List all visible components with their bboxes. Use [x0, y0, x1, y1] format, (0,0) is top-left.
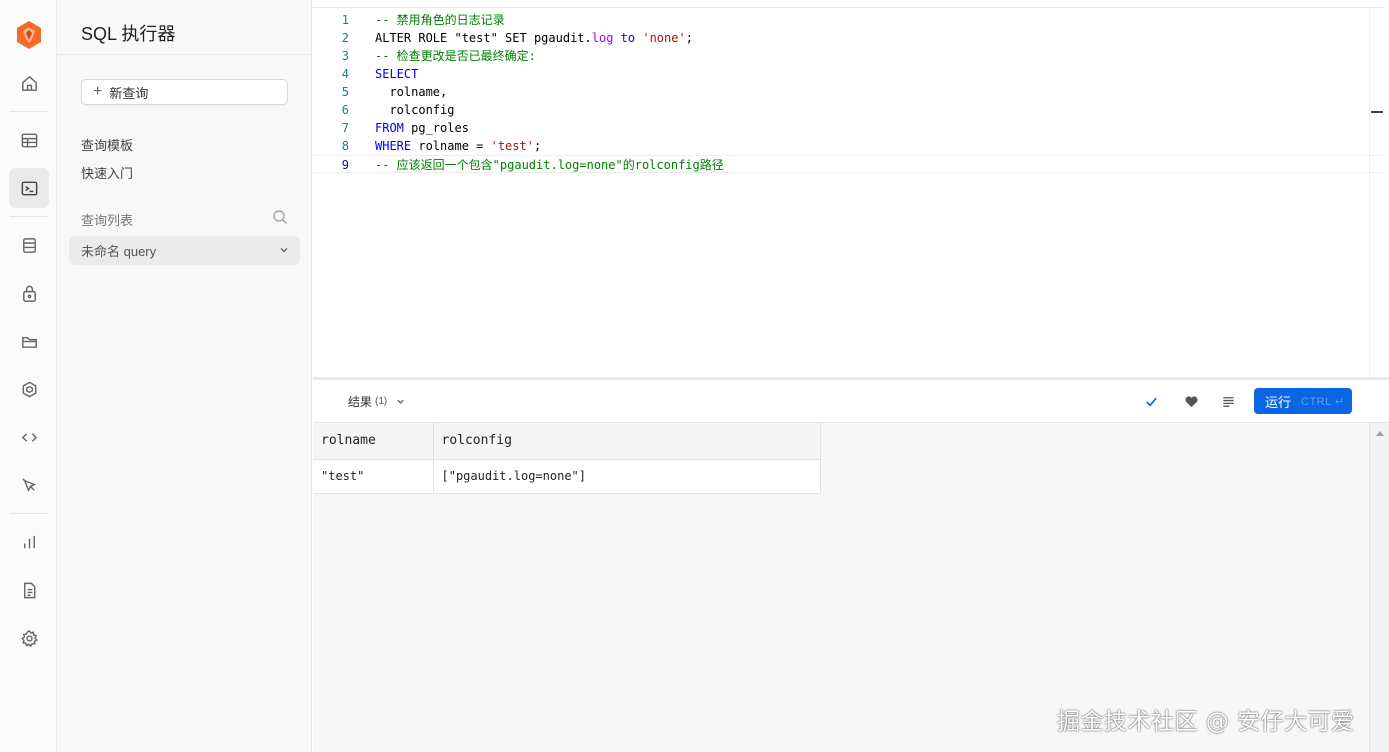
new-query-label: 新查询 [109, 85, 149, 101]
code-token: WHERE [375, 139, 412, 153]
code-line[interactable]: 2 ALTER ROLE "test" SET pgaudit.log to 'n… [313, 29, 1383, 47]
table-cell[interactable]: "test" [313, 459, 434, 494]
quickstart-link[interactable]: 快速入门 [81, 163, 133, 182]
search-icon[interactable] [272, 209, 288, 225]
sql-editor-sidebar: SQL 执行器 + 新查询 查询模板 快速入门 查询列表 未命名 query [57, 0, 312, 752]
code-token: ; [685, 31, 693, 45]
chevron-down-icon [397, 399, 404, 404]
code-token: to [620, 31, 636, 45]
scroll-up-icon[interactable] [1376, 431, 1384, 436]
new-query-button[interactable]: + 新查询 [81, 79, 288, 105]
column-header-rolname[interactable]: rolname [313, 423, 434, 460]
code-text: -- 禁用角色的日志记录 [375, 11, 505, 29]
line-number: 2 [341, 31, 349, 45]
code-token: 'none' [642, 31, 686, 45]
nav-rail [0, 0, 57, 752]
code-text: rolname, [375, 83, 447, 101]
results-label: 结果 [348, 395, 373, 409]
grid-scrollbar[interactable] [1369, 423, 1389, 752]
settings-icon[interactable] [9, 618, 49, 658]
code-text: WHERE rolname = 'test'; [375, 137, 541, 155]
code-token: rolname, [375, 85, 448, 99]
code-text: -- 检查更改是否已最终确定: [375, 47, 536, 65]
code-token: ALTER ROLE "test" SET pgaudit. [375, 31, 592, 45]
watermark: 掘金技术社区 @ 安仔大可爱 [1057, 709, 1355, 735]
line-number: 7 [341, 121, 349, 135]
app-logo-icon[interactable] [15, 20, 43, 50]
code-line[interactable]: 4 SELECT [313, 65, 1383, 83]
code-token: FROM [375, 121, 404, 135]
line-number: 8 [341, 139, 349, 153]
format-icon[interactable] [1219, 392, 1237, 410]
code-token: pg_roles [403, 121, 469, 135]
chevron-down-icon[interactable] [278, 244, 290, 256]
code-line[interactable]: 9 -- 应该返回一个包含"pgaudit.log=none"的rolconfig… [313, 155, 1383, 173]
column-header-rolconfig[interactable]: rolconfig [433, 423, 821, 460]
realtime-pointer-icon[interactable] [9, 465, 49, 505]
code-text: rolconfig [375, 101, 454, 119]
auth-icon[interactable] [9, 273, 49, 313]
code-line[interactable]: 7 FROM pg_roles [313, 119, 1383, 137]
code-line[interactable]: 6 rolconfig [313, 101, 1383, 119]
line-number: 9 [341, 158, 349, 172]
code-editor[interactable]: 1 -- 禁用角色的日志记录 2 ALTER ROLE "test" SET pgau… [313, 7, 1383, 378]
reports-icon[interactable] [9, 522, 49, 562]
logs-icon[interactable] [9, 570, 49, 610]
code-token: ; [533, 139, 542, 153]
code-token: log [591, 31, 614, 45]
line-number: 6 [341, 103, 349, 117]
table-cell[interactable]: ["pgaudit.log=none"] [433, 459, 821, 494]
code-token: -- 应该返回一个包含"pgaudit.log=none"的rolconfig路… [375, 158, 724, 172]
api-code-icon[interactable] [9, 417, 49, 457]
code-token: -- 检查更改是否已最终确定: [375, 49, 536, 63]
results-count: (1) [375, 396, 388, 407]
home-icon[interactable] [9, 63, 49, 103]
window-top-strip [313, 0, 1389, 7]
page-title: SQL 执行器 [57, 0, 312, 55]
code-token: 'test' [490, 139, 534, 153]
scroll-position-marker [1371, 111, 1383, 113]
table-row: "test" ["pgaudit.log=none"] [313, 459, 821, 494]
code-token: SELECT [375, 67, 419, 81]
code-line[interactable]: 8 WHERE rolname = 'test'; [313, 137, 1383, 155]
heart-icon[interactable] [1182, 392, 1200, 410]
query-list-item[interactable]: 未命名 query [69, 236, 300, 265]
line-number: 3 [341, 49, 349, 63]
code-line[interactable]: 3 -- 检查更改是否已最终确定: [313, 47, 1383, 65]
results-toolbar: 结果 (1) 运行 CTRL ↵ [313, 380, 1389, 423]
edge-functions-icon[interactable] [9, 369, 49, 409]
database-icon[interactable] [9, 225, 49, 265]
check-icon[interactable] [1142, 392, 1160, 410]
run-label: 运行 [1265, 394, 1292, 410]
code-token: -- 禁用角色的日志记录 [375, 13, 505, 27]
query-item-label: 未命名 query [81, 244, 157, 259]
code-token: rolconfig [375, 103, 455, 117]
results-tab[interactable]: 结果 (1) [348, 393, 406, 410]
storage-icon[interactable] [9, 321, 49, 361]
query-list-heading: 查询列表 [81, 213, 134, 228]
code-token: rolname = [411, 139, 491, 153]
run-button[interactable]: 运行 CTRL ↵ [1254, 388, 1352, 414]
templates-link[interactable]: 查询模板 [81, 135, 133, 154]
code-text: SELECT [375, 65, 418, 83]
code-text: -- 应该返回一个包含"pgaudit.log=none"的rolconfig路… [375, 156, 724, 174]
line-number: 5 [341, 85, 349, 99]
line-number: 4 [341, 67, 349, 81]
table-editor-icon[interactable] [9, 120, 49, 160]
sql-editor-icon[interactable] [9, 168, 49, 208]
line-number: 1 [341, 13, 349, 27]
code-text: FROM pg_roles [375, 119, 469, 137]
code-line[interactable]: 1 -- 禁用角色的日志记录 [313, 11, 1383, 29]
plus-icon: + [93, 83, 103, 100]
run-shortcut: CTRL ↵ [1301, 395, 1345, 408]
results-table: rolname rolconfig "test" ["pgaudit.log=n… [313, 423, 821, 494]
code-text: ALTER ROLE "test" SET pgaudit.log to 'no… [375, 29, 693, 47]
results-header-row: rolname rolconfig [313, 423, 821, 460]
code-line[interactable]: 5 rolname, [313, 83, 1383, 101]
editor-scrollbar[interactable] [1369, 8, 1383, 378]
